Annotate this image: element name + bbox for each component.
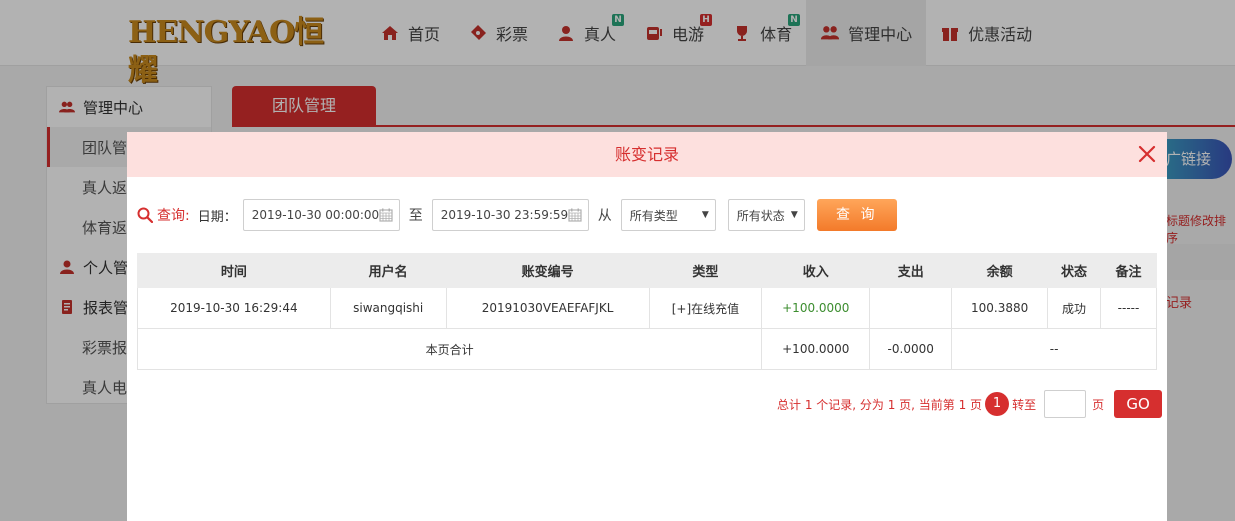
cell-balance: 100.3880 <box>951 287 1049 329</box>
search-icon <box>137 207 153 223</box>
status-select[interactable]: 所有状态 ▼ <box>727 199 805 231</box>
transaction-table: 时间 用户名 账变编号 类型 收入 支出 余额 状态 备注 2019-10-30… <box>136 253 1157 370</box>
cell-time: 2019-10-30 16:29:44 <box>137 287 331 329</box>
cell-expense <box>869 287 953 329</box>
query-bar: 查询: 日期： 2019-10-30 00:00:00 至 2019-10-30… <box>137 199 897 231</box>
cell-type: [+]在线充值 <box>648 287 763 329</box>
summary-income: +100.0000 <box>761 328 871 370</box>
type-select[interactable]: 所有类型 ▼ <box>620 199 716 231</box>
end-date-value: 2019-10-30 23:59:59 <box>440 208 568 222</box>
modal-header: 账变记录 <box>127 132 1167 177</box>
col-header-time: 时间 <box>137 253 331 288</box>
col-header-serial: 账变编号 <box>445 253 650 288</box>
type-select-value: 所有类型 <box>629 208 678 223</box>
jump-label: 转至 <box>1012 397 1037 412</box>
status-select-value: 所有状态 <box>736 208 785 223</box>
page-unit-label: 页 <box>1092 397 1105 412</box>
end-date-input[interactable]: 2019-10-30 23:59:59 <box>431 199 589 231</box>
col-header-username: 用户名 <box>329 253 447 288</box>
summary-expense: -0.0000 <box>869 328 953 370</box>
close-icon[interactable] <box>1137 144 1157 164</box>
pagination: 总计 1 个记录, 分为 1 页, 当前第 1 页 1 转至 页 GO <box>777 390 1163 418</box>
caret-down-icon: ▼ <box>701 210 709 220</box>
cell-status: 成功 <box>1047 287 1102 329</box>
pager-summary: 总计 1 个记录, 分为 1 页, 当前第 1 页 <box>777 397 983 412</box>
from-label: 从 <box>597 208 612 224</box>
col-header-income: 收入 <box>761 253 871 288</box>
table-row: 2019-10-30 16:29:44 siwangqishi 20191030… <box>137 287 1157 329</box>
go-button[interactable]: GO <box>1114 390 1163 418</box>
col-header-note: 备注 <box>1100 253 1157 288</box>
query-label: 查询: <box>157 208 190 224</box>
col-header-status: 状态 <box>1047 253 1102 288</box>
summary-row: 本页合计 +100.0000 -0.0000 -- <box>136 328 1157 370</box>
cell-income: +100.0000 <box>761 287 871 329</box>
page-number-current[interactable]: 1 <box>985 392 1010 416</box>
cell-serial: 20191030VEAEFAFJKL <box>445 287 650 329</box>
col-header-expense: 支出 <box>869 253 953 288</box>
page-jump-input[interactable] <box>1044 390 1087 418</box>
caret-down-icon: ▼ <box>790 210 798 220</box>
search-button[interactable]: 查 询 <box>816 199 897 231</box>
transaction-modal: 账变记录 查询: 日期： 2019-10-30 00:00:00 至 2019-… <box>127 132 1167 521</box>
summary-rest: -- <box>951 328 1157 370</box>
calendar-icon[interactable] <box>379 208 393 222</box>
date-label: 日期： <box>197 209 237 225</box>
start-date-input[interactable]: 2019-10-30 00:00:00 <box>242 199 400 231</box>
modal-title: 账变记录 <box>614 145 679 164</box>
calendar-icon[interactable] <box>568 208 582 222</box>
summary-label: 本页合计 <box>136 328 763 370</box>
to-label: 至 <box>408 208 423 224</box>
table-header-row: 时间 用户名 账变编号 类型 收入 支出 余额 状态 备注 <box>137 253 1157 288</box>
col-header-balance: 余额 <box>951 253 1049 288</box>
cell-username: siwangqishi <box>329 287 447 329</box>
col-header-type: 类型 <box>648 253 763 288</box>
cell-note: ----- <box>1100 287 1157 329</box>
start-date-value: 2019-10-30 00:00:00 <box>251 208 379 222</box>
